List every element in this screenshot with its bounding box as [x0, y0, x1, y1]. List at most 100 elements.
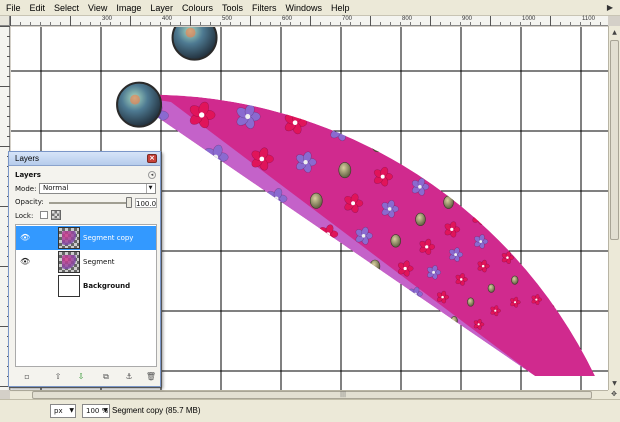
menu-view[interactable]: View [88, 3, 107, 13]
flower-center [351, 201, 356, 206]
petal [528, 124, 537, 135]
bead [443, 195, 454, 209]
flower-center [464, 68, 468, 72]
vertical-scrollbar[interactable]: ▲ ▼ [608, 26, 620, 390]
menu-filters[interactable]: Filters [252, 3, 277, 13]
horizontal-scrollbar[interactable]: ||| [10, 390, 608, 399]
petal [443, 137, 454, 147]
lower-layer-icon[interactable]: ⇩ [75, 371, 87, 383]
petal [464, 27, 476, 35]
menu-select[interactable]: Select [54, 3, 79, 13]
petal [501, 232, 509, 239]
opacity-slider-handle[interactable] [126, 197, 132, 208]
mode-select[interactable]: Normal ▼ [39, 183, 156, 194]
petal [527, 249, 534, 256]
layer-row[interactable]: 👁 Segment copy [16, 226, 156, 250]
flower-center [510, 61, 514, 65]
flower-center [303, 160, 308, 165]
opacity-slider[interactable] [49, 202, 131, 204]
menu-windows[interactable]: Windows [285, 3, 322, 13]
petal [556, 256, 563, 264]
lock-alpha-icon[interactable] [51, 210, 61, 220]
zoom-select[interactable]: 100 % ▼ [82, 404, 110, 418]
tab-menu-icon[interactable]: ◂ [148, 171, 156, 179]
petal [233, 27, 246, 39]
menu-arrow-icon[interactable]: ▶ [604, 2, 616, 13]
flower-center [598, 219, 601, 222]
mode-label: Mode: [15, 185, 37, 193]
petal [408, 43, 422, 57]
ruler-tick [450, 22, 451, 25]
ruler-tick [20, 22, 21, 25]
ruler-tick [0, 26, 10, 27]
petal [162, 73, 175, 86]
ruler-corner[interactable] [0, 16, 10, 26]
eye-icon[interactable]: 👁 [20, 257, 30, 266]
petal [548, 54, 561, 67]
flower-center [387, 207, 392, 211]
scroll-up-icon[interactable]: ▲ [609, 27, 620, 38]
lock-label: Lock: [15, 212, 34, 220]
layers-tab-label[interactable]: Layers [15, 171, 41, 179]
flower-center [275, 37, 280, 42]
flower-center [535, 298, 538, 301]
eye-icon[interactable]: 👁 [20, 233, 30, 242]
new-layer-icon[interactable]: ▫ [21, 371, 33, 383]
petal [601, 161, 608, 167]
petal [363, 63, 377, 77]
layers-dialog-titlebar[interactable]: Layers × [9, 152, 160, 166]
lock-pixels-checkbox[interactable] [40, 211, 48, 219]
petal [327, 45, 340, 54]
ruler-label: 700 [342, 16, 353, 22]
petal [561, 147, 569, 157]
petal [314, 39, 329, 54]
flower-center [292, 120, 298, 126]
flower-center [190, 65, 195, 70]
menu-edit[interactable]: Edit [30, 3, 46, 13]
bead [582, 288, 591, 298]
ruler-tick [140, 22, 141, 25]
unit-select[interactable]: px ▼ [50, 404, 76, 418]
layer-row[interactable]: 👁 Segment [16, 250, 156, 274]
raise-layer-icon[interactable]: ⇧ [52, 371, 64, 383]
menu-colours[interactable]: Colours [182, 3, 213, 13]
delete-layer-icon[interactable]: 🗑 [145, 371, 157, 383]
flower [527, 248, 540, 261]
layer-row[interactable]: 👁 Background [16, 274, 156, 298]
flower-center [513, 301, 517, 304]
duplicate-layer-icon[interactable]: ⧉ [100, 371, 112, 383]
navigate-icon[interactable]: ✥ [608, 390, 620, 399]
anchor-layer-icon[interactable]: ⚓ [123, 371, 135, 383]
petal [594, 61, 607, 74]
menu-tools[interactable]: Tools [222, 3, 243, 13]
petal [508, 52, 519, 65]
bead [407, 115, 421, 132]
horizontal-ruler[interactable]: 300 400 500 600 700 800 900 1000 1100 [10, 16, 608, 26]
petal [599, 275, 607, 282]
petal [332, 94, 346, 96]
menu-image[interactable]: Image [116, 3, 141, 13]
close-icon[interactable]: × [147, 154, 157, 163]
petal [487, 158, 495, 169]
petal [509, 206, 518, 213]
flower [407, 145, 427, 165]
flower [445, 161, 463, 180]
opacity-value[interactable]: 100.0 [135, 198, 157, 208]
flower-center [487, 157, 492, 162]
petal [529, 229, 537, 237]
petal [506, 226, 512, 234]
scroll-down-icon[interactable]: ▼ [609, 378, 620, 389]
flower-center [534, 229, 538, 233]
vertical-scroll-thumb[interactable] [610, 40, 619, 240]
petal [468, 29, 480, 37]
menu-bar: File Edit Select View Image Layer Colour… [0, 0, 620, 16]
horizontal-scroll-thumb[interactable] [32, 391, 592, 399]
petal [561, 120, 572, 130]
ruler-tick [210, 22, 211, 25]
opacity-label: Opacity: [15, 198, 44, 206]
petal [321, 81, 335, 95]
menu-file[interactable]: File [6, 3, 21, 13]
flower [408, 34, 432, 59]
menu-layer[interactable]: Layer [150, 3, 173, 13]
menu-help[interactable]: Help [331, 3, 350, 13]
